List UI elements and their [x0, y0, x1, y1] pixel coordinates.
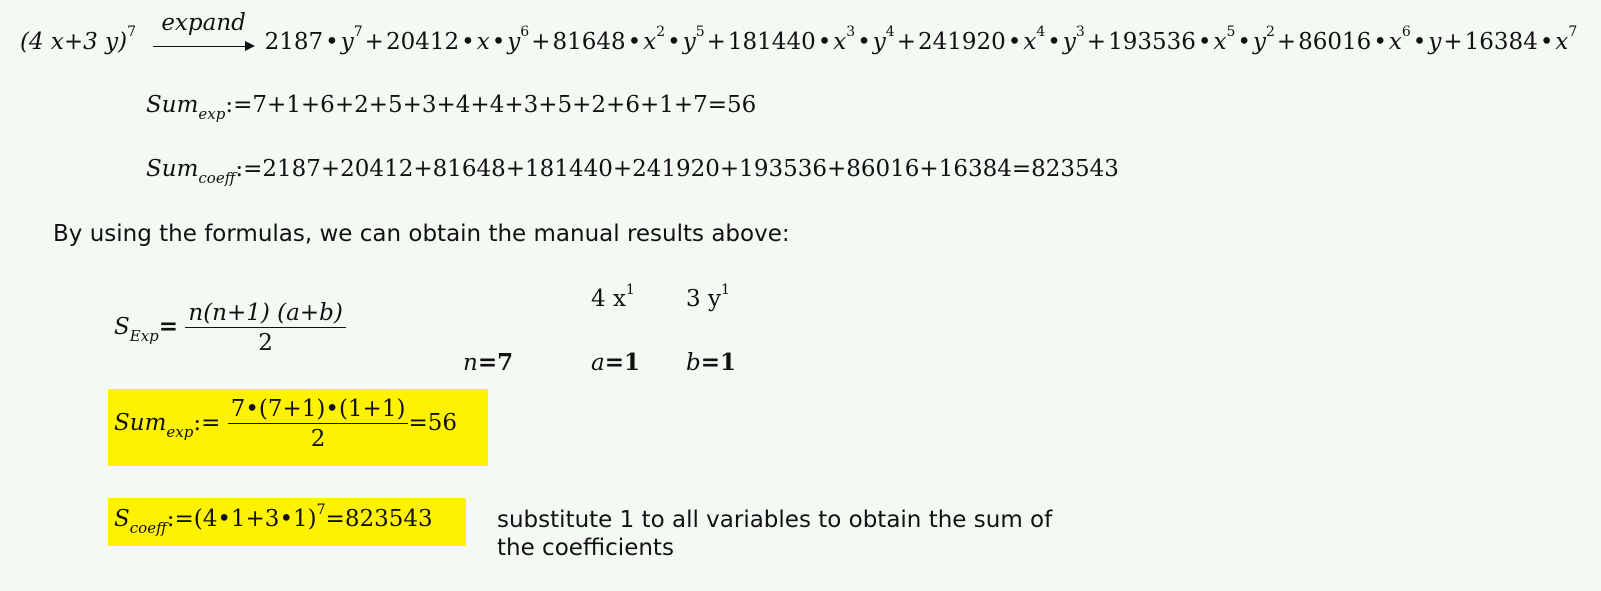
expansion-term: +241920•x4•y3	[896, 24, 1085, 55]
expansion-rhs: 2187•y7+20412•x•y6+81648•x2•y5+181440•x3…	[264, 24, 1578, 55]
sum-exp-formula: Sumexp:= 7•(7+1)•(1+1) 2 =56	[114, 396, 457, 452]
expansion-term: +181440•x3•y4	[706, 24, 895, 55]
expansion-term: +193536•x5•y2	[1086, 24, 1275, 55]
scoeff-formula: Scoeff:=(4•1+3•1)7=823543	[114, 502, 433, 537]
sum-coeff-manual-expression: 2187+20412+81648+181440+241920+193536+86…	[262, 156, 1119, 182]
param-a: a=1	[591, 349, 640, 376]
sum-coeff-manual: Sumcoeff:=2187+20412+81648+181440+241920…	[146, 156, 1119, 187]
term-a: 4 x1	[591, 282, 635, 312]
note-text-line1: substitute 1 to all variables to obtain …	[497, 507, 1053, 533]
expansion-term: +20412•x•y6	[364, 24, 530, 55]
sum-exp-manual-expression: 7+1+6+2+5+3+4+4+3+5+2+6+1+7=56	[252, 92, 757, 118]
term-b: 3 y1	[686, 282, 730, 312]
sum-exp-fraction: 7•(7+1)•(1+1) 2	[227, 396, 409, 452]
expand-arrow: expand	[153, 10, 256, 58]
intro-text: By using the formulas, we can obtain the…	[53, 221, 790, 247]
sexp-formula: SExp= n(n+1) (a+b) 2	[114, 300, 346, 356]
expansion-term: +86016•x6•y	[1276, 24, 1442, 55]
expansion-lhs: (4 x+3 y)7	[20, 24, 136, 55]
expansion-term: +16384•x7	[1443, 24, 1578, 55]
expansion-equation: (4 x+3 y)7 expand 2187•y7+20412•x•y6+816…	[20, 10, 1578, 58]
expansion-term: +81648•x2•y5	[531, 24, 705, 55]
note-text-line2: the coefficients	[497, 535, 674, 561]
expand-keyword: expand	[161, 10, 246, 36]
sexp-fraction: n(n+1) (a+b) 2	[185, 300, 346, 356]
param-b: b=1	[686, 349, 737, 376]
param-n: n=7	[463, 349, 514, 376]
sum-exp-manual: Sumexp:=7+1+6+2+5+3+4+4+3+5+2+6+1+7=56	[146, 92, 757, 123]
expansion-term: 2187•y7	[264, 24, 363, 55]
